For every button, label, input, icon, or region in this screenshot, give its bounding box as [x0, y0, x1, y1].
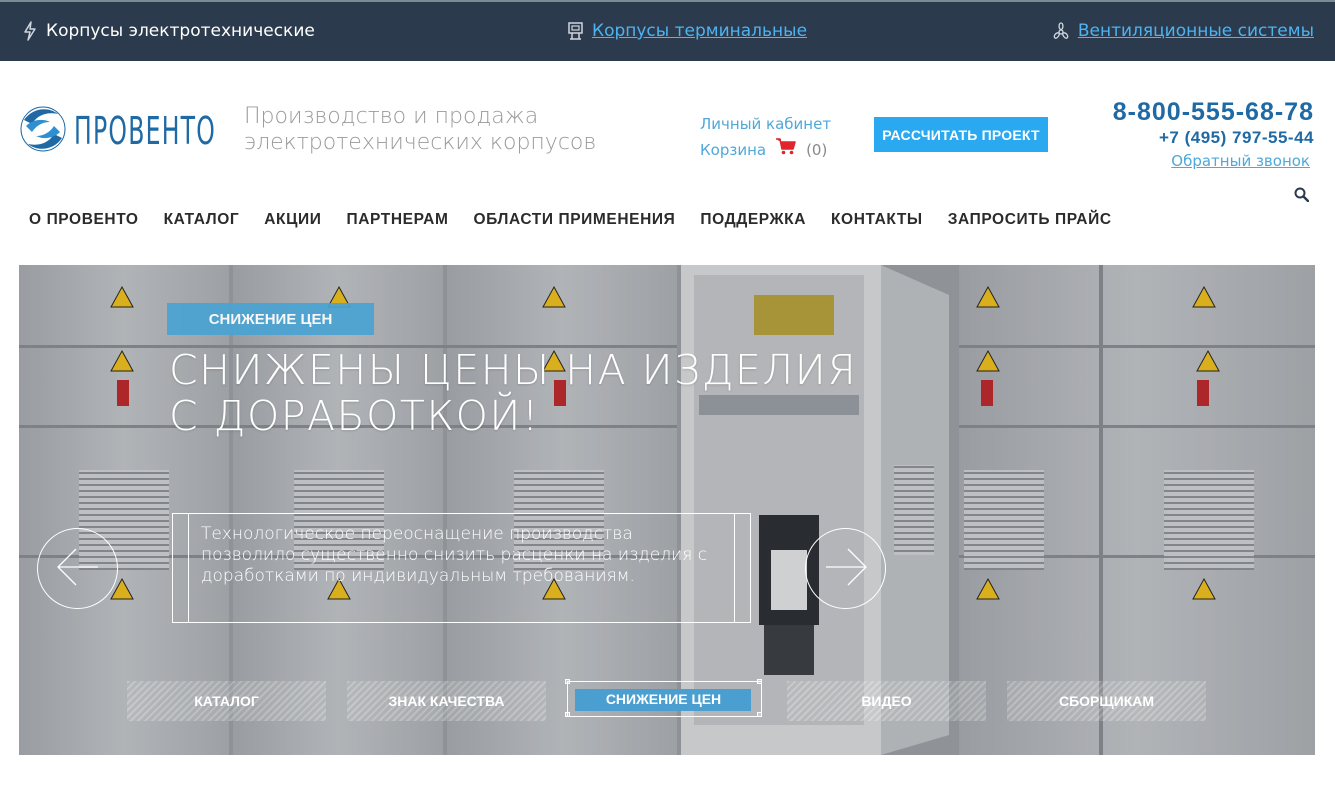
topbar-link-label: Вентиляционные системы — [1077, 21, 1314, 41]
slider-tab-label: ВИДЕО — [861, 693, 912, 709]
topbar-link-electrical[interactable]: Корпусы электротехнические — [22, 21, 315, 41]
main-nav: О ПРОВЕНТО КАТАЛОГ АКЦИИ ПАРТНЕРАМ ОБЛАС… — [29, 211, 1137, 229]
tagline-line: Производство и продажа — [244, 104, 539, 129]
topbar-link-label: Корпусы терминальные — [592, 21, 808, 41]
search-icon[interactable] — [1294, 187, 1310, 206]
frame-corner — [757, 712, 762, 717]
cart-icon — [776, 137, 796, 163]
nav-item-contacts[interactable]: КОНТАКТЫ — [831, 211, 923, 229]
nav-item-partners[interactable]: ПАРТНЕРАМ — [347, 211, 449, 229]
nav-item-applications[interactable]: ОБЛАСТИ ПРИМЕНЕНИЯ — [473, 211, 675, 229]
slider-tab-price-reduction[interactable]: СНИЖЕНИЕ ЦЕН — [565, 679, 766, 721]
slider-tab-assemblers[interactable]: СБОРЩИКАМ — [1007, 681, 1206, 721]
fan-icon — [1052, 22, 1070, 40]
nav-item-support[interactable]: ПОДДЕРЖКА — [700, 211, 806, 229]
slide-description-box: Технологическое переоснащение производст… — [172, 513, 751, 623]
tagline: Производство и продажа электротехнически… — [244, 104, 596, 156]
slider-tab-label: СНИЖЕНИЕ ЦЕН — [605, 691, 722, 707]
frame-corner — [757, 679, 762, 684]
callback-link[interactable]: Обратный звонок — [1113, 152, 1310, 170]
lightning-icon — [22, 21, 38, 41]
topbar-link-terminal[interactable]: Корпусы терминальные — [567, 21, 807, 41]
slider-tab-video[interactable]: ВИДЕО — [787, 681, 986, 721]
slide-headline: СНИЖЕНЫ ЦЕНЫ НА ИЗДЕЛИЯ С ДОРАБОТКОЙ! — [169, 346, 858, 440]
slider-tabs: КАТАЛОГ ЗНАК КАЧЕСТВА СНИЖЕНИЕ ЦЕН ВИДЕО… — [127, 679, 1227, 721]
cart-link[interactable]: Корзина (0) — [700, 137, 831, 163]
hero-slider: СНИЖЕНИЕ ЦЕН СНИЖЕНЫ ЦЕНЫ НА ИЗДЕЛИЯ С Д… — [19, 265, 1315, 755]
slider-prev-button[interactable] — [37, 528, 118, 609]
frame-corner — [565, 679, 570, 684]
slide-description: Технологическое переоснащение производст… — [201, 524, 708, 586]
calculate-project-button[interactable]: РАССЧИТАТЬ ПРОЕКТ — [874, 117, 1048, 152]
terminal-icon — [567, 22, 584, 40]
nav-item-price-request[interactable]: ЗАПРОСИТЬ ПРАЙС — [948, 211, 1112, 229]
phone-main[interactable]: 8-800-555-68-78 — [1113, 98, 1314, 127]
topbar-link-ventilation[interactable]: Вентиляционные системы — [1052, 21, 1314, 41]
slider-tab-label: ЗНАК КАЧЕСТВА — [388, 693, 505, 709]
nav-item-catalog[interactable]: КАТАЛОГ — [164, 211, 240, 229]
logo-text: ПРОВЕНТО — [74, 109, 217, 153]
slider-tab-label: КАТАЛОГ — [194, 693, 259, 709]
logo-mark-icon — [18, 104, 68, 158]
phone-second[interactable]: +7 (495) 797-55-44 — [1113, 128, 1314, 148]
tagline-line: электротехнических корпусов — [244, 130, 597, 155]
arrow-right-icon — [824, 547, 868, 591]
account-link[interactable]: Личный кабинет — [700, 111, 831, 137]
topbar-link-label: Корпусы электротехнические — [46, 21, 315, 41]
cart-count: (0) — [806, 141, 828, 159]
slider-tab-catalog[interactable]: КАТАЛОГ — [127, 681, 326, 721]
frame-corner — [565, 712, 570, 717]
slider-next-button[interactable] — [805, 528, 886, 609]
cart-label: Корзина — [700, 141, 767, 159]
top-bar: Корпусы электротехнические Корпусы терми… — [0, 0, 1335, 61]
nav-item-about[interactable]: О ПРОВЕНТО — [29, 211, 139, 229]
slider-tab-quality[interactable]: ЗНАК КАЧЕСТВА — [347, 681, 546, 721]
account-block: Личный кабинет Корзина (0) — [700, 111, 831, 163]
contacts: 8-800-555-68-78 +7 (495) 797-55-44 Обрат… — [1113, 98, 1314, 170]
slide-tag: СНИЖЕНИЕ ЦЕН — [167, 303, 374, 335]
arrow-left-icon — [56, 547, 100, 591]
slider-tab-label: СБОРЩИКАМ — [1058, 693, 1155, 709]
nav-item-promotions[interactable]: АКЦИИ — [264, 211, 321, 229]
